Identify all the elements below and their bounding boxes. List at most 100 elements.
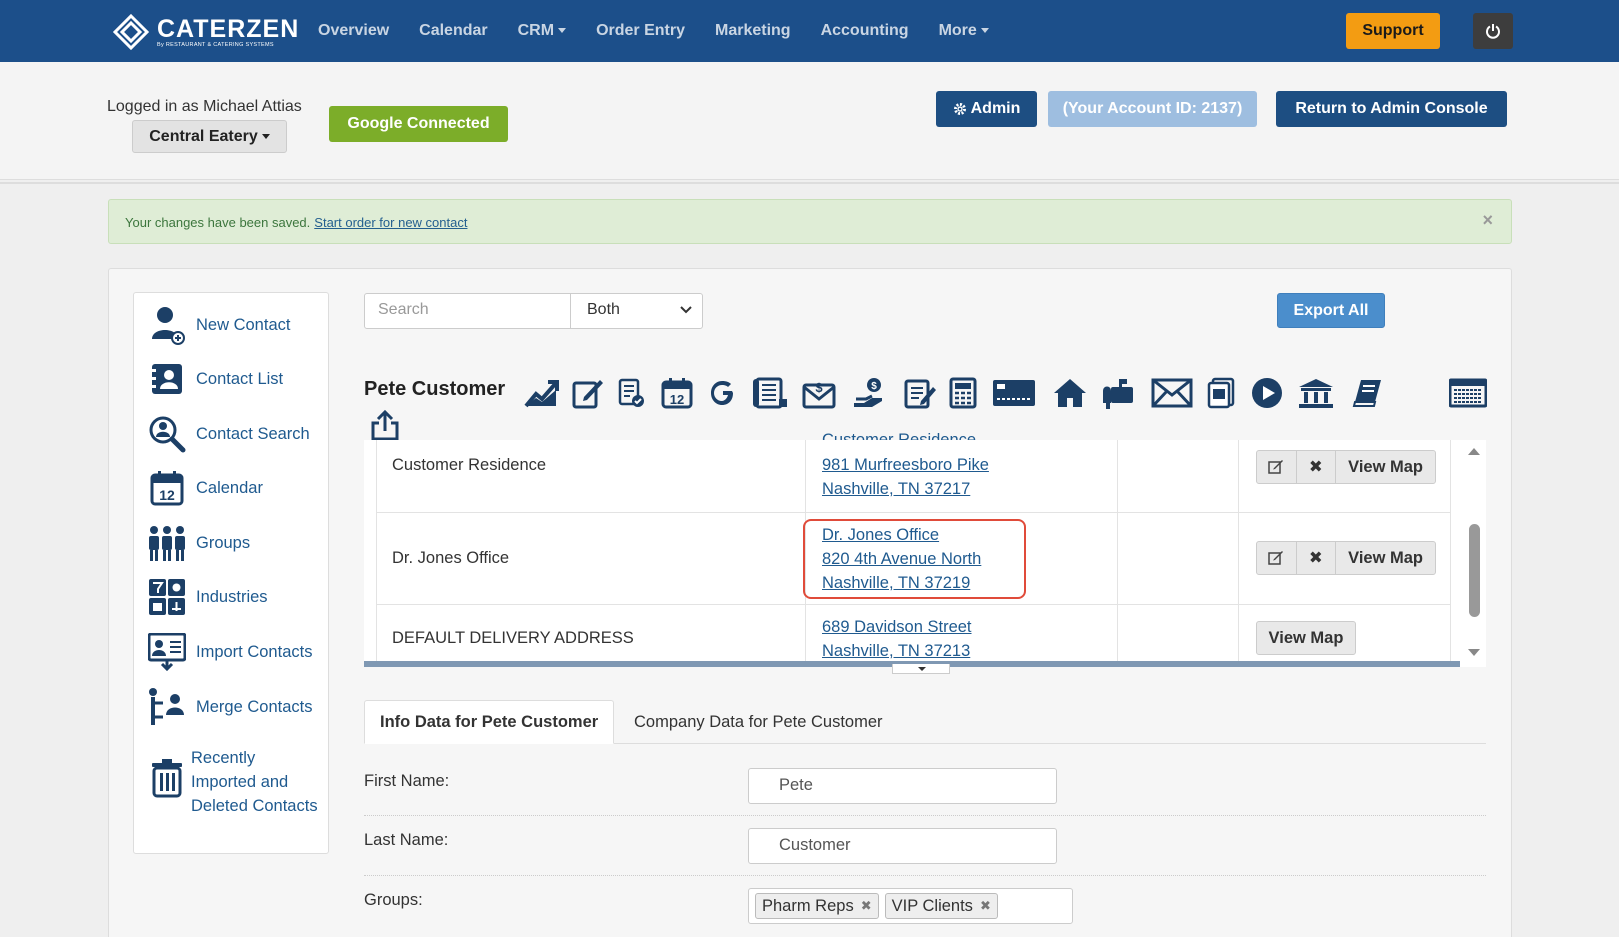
- nav-marketing[interactable]: Marketing: [715, 22, 791, 40]
- delete-address-button[interactable]: ✖: [1297, 451, 1337, 483]
- import-contacts-icon: [146, 632, 188, 672]
- google-icon[interactable]: [709, 376, 737, 410]
- brand-name: CATERZEN: [157, 14, 300, 43]
- calendar-icon: 12: [146, 468, 188, 508]
- header-divider: [0, 182, 1619, 184]
- sidebar-item-label: Contact List: [196, 370, 284, 388]
- google-connected-button[interactable]: Google Connected: [329, 106, 508, 142]
- home-icon[interactable]: [1051, 376, 1089, 410]
- address-link[interactable]: 981 Murfreesboro Pike: [822, 453, 989, 477]
- address-link[interactable]: Nashville, TN 37213: [822, 639, 970, 663]
- edit-address-button[interactable]: [1257, 542, 1297, 574]
- resize-handle[interactable]: [892, 664, 950, 674]
- mailbox-icon[interactable]: [1100, 376, 1136, 410]
- checklist-icon[interactable]: [617, 376, 647, 410]
- support-button[interactable]: Support: [1346, 13, 1440, 49]
- calculator-icon[interactable]: [948, 376, 978, 410]
- logged-in-text: Logged in as Michael Attias: [107, 98, 302, 115]
- remove-tag-icon[interactable]: ✖: [980, 898, 991, 914]
- groups-icon: [146, 523, 188, 563]
- first-name-field[interactable]: Pete: [748, 768, 1057, 804]
- venue-label: Central Eatery: [149, 127, 258, 145]
- tab-info-data[interactable]: Info Data for Pete Customer: [364, 700, 615, 744]
- payment-icon[interactable]: $: [851, 376, 889, 410]
- view-map-button[interactable]: View Map: [1336, 542, 1435, 574]
- book-icon[interactable]: [1350, 376, 1384, 410]
- address-link[interactable]: 689 Davidson Street: [822, 615, 972, 639]
- scroll-up-icon[interactable]: [1467, 446, 1481, 456]
- account-id-button[interactable]: (Your Account ID: 2137): [1048, 91, 1257, 127]
- alert-message: Your changes have been saved.: [125, 215, 311, 230]
- edit-note-icon[interactable]: [571, 376, 605, 410]
- view-map-button[interactable]: View Map: [1257, 622, 1355, 654]
- address-label: Customer Residence: [392, 456, 547, 474]
- nav-accounting[interactable]: Accounting: [821, 22, 909, 40]
- document-stack-icon[interactable]: [1206, 376, 1236, 410]
- bank-icon[interactable]: [1296, 376, 1336, 410]
- account-header: Logged in as Michael Attias Central Eate…: [0, 62, 1619, 180]
- new-contact-icon: [146, 305, 188, 345]
- venue-dropdown[interactable]: Central Eatery: [132, 120, 287, 153]
- remove-tag-icon[interactable]: ✖: [861, 898, 872, 914]
- groups-input[interactable]: Pharm Reps ✖ VIP Clients ✖: [748, 888, 1073, 924]
- address-link[interactable]: Customer Residence: [822, 428, 976, 440]
- last-name-field[interactable]: Customer: [748, 828, 1057, 864]
- sidebar-item-industries[interactable]: Industries: [146, 577, 268, 617]
- share-icon[interactable]: [368, 408, 402, 442]
- nav-calendar[interactable]: Calendar: [419, 22, 487, 40]
- sidebar-item-contact-search[interactable]: Contact Search: [146, 414, 310, 454]
- trash-icon: [146, 758, 188, 798]
- sidebar-item-recently-imported[interactable]: Recently Imported and Deleted Contacts: [146, 746, 318, 818]
- edit-address-button[interactable]: [1257, 451, 1297, 483]
- start-order-link[interactable]: Start order for new contact: [314, 215, 467, 230]
- group-tag: Pharm Reps ✖: [755, 893, 879, 919]
- export-all-button[interactable]: Export All: [1277, 293, 1385, 328]
- address-link[interactable]: Nashville, TN 37217: [822, 477, 970, 501]
- document-edit-icon[interactable]: [903, 376, 937, 410]
- sidebar-item-contact-list[interactable]: Contact List: [146, 359, 283, 399]
- address-actions: View Map: [1256, 621, 1356, 655]
- address-highlight-box: [803, 519, 1026, 599]
- svg-text:12: 12: [159, 487, 175, 503]
- search-input[interactable]: Search: [364, 293, 571, 329]
- delete-address-button[interactable]: ✖: [1297, 542, 1337, 574]
- groups-row: Groups: Pharm Reps ✖ VIP Clients ✖: [364, 876, 1486, 937]
- calendar-12-icon[interactable]: 12: [660, 376, 694, 410]
- sidebar-item-import-contacts[interactable]: Import Contacts: [146, 632, 312, 672]
- ledger-icon[interactable]: [750, 376, 790, 410]
- power-icon: [1486, 24, 1500, 39]
- nav-more[interactable]: More: [939, 22, 989, 40]
- sidebar-item-merge-contacts[interactable]: Merge Contacts: [146, 687, 312, 727]
- table-divider: [1450, 440, 1451, 661]
- scroll-thumb[interactable]: [1469, 524, 1480, 617]
- keyboard-icon[interactable]: [1448, 376, 1488, 410]
- mail-icon[interactable]: [1150, 376, 1194, 410]
- sidebar-item-calendar[interactable]: 12 Calendar: [146, 468, 263, 508]
- top-navbar: CATERZEN By RESTAURANT & CATERING SYSTEM…: [0, 0, 1619, 62]
- return-admin-console-button[interactable]: Return to Admin Console: [1276, 91, 1507, 127]
- close-icon[interactable]: ×: [1482, 210, 1493, 231]
- chart-icon[interactable]: [523, 376, 561, 410]
- nav-order-entry[interactable]: Order Entry: [596, 22, 685, 40]
- sidebar-item-groups[interactable]: Groups: [146, 523, 250, 563]
- search-filter-select[interactable]: Both: [570, 293, 703, 329]
- edit-icon: [1268, 460, 1284, 474]
- caret-down-icon: [558, 28, 567, 34]
- tab-company-data[interactable]: Company Data for Pete Customer: [619, 700, 898, 744]
- play-icon[interactable]: [1250, 376, 1284, 410]
- card-icon[interactable]: [991, 376, 1037, 410]
- sidebar-item-label: Calendar: [196, 479, 263, 497]
- nav-crm[interactable]: CRM: [518, 22, 567, 40]
- caterzen-logo[interactable]: CATERZEN By RESTAURANT & CATERING SYSTEM…: [112, 13, 300, 51]
- address-actions: ✖ View Map: [1256, 541, 1436, 575]
- main-nav: Overview Calendar CRM Order Entry Market…: [318, 0, 1019, 62]
- envelope-dollar-icon[interactable]: $: [801, 376, 837, 410]
- logout-button[interactable]: [1473, 13, 1513, 49]
- addresses-scrollbar[interactable]: [1460, 440, 1486, 667]
- svg-text:12: 12: [670, 392, 684, 407]
- nav-overview[interactable]: Overview: [318, 22, 389, 40]
- view-map-button[interactable]: View Map: [1336, 451, 1435, 483]
- sidebar-item-new-contact[interactable]: New Contact: [146, 305, 290, 345]
- admin-button[interactable]: Admin: [936, 91, 1037, 127]
- scroll-down-icon[interactable]: [1467, 648, 1481, 658]
